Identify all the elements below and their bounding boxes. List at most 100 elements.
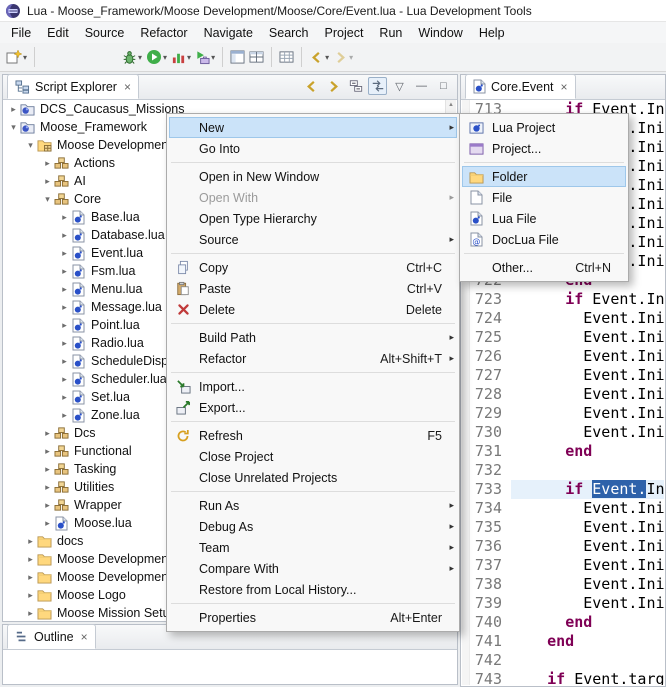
expand-arrow-icon[interactable]: ▸ [8,104,19,115]
line-number[interactable]: 727 [471,366,511,385]
menu-item-source[interactable]: Source▸ [169,229,457,250]
code-text[interactable]: Event.IniDCSGroupName = Event.IniDCSGrou… [511,575,664,594]
minimize-button[interactable]: — [412,77,431,95]
code-text[interactable]: if Event.IniDCSUnit then [511,290,664,309]
dropdown-arrow-icon[interactable]: ▾ [349,53,353,62]
code-text[interactable] [511,651,664,670]
menu-item-open-with[interactable]: Open With▸ [169,187,457,208]
tab-script-explorer[interactable]: Script Explorer × [7,74,139,99]
expand-arrow-icon[interactable]: ▸ [59,302,70,313]
expand-arrow-icon[interactable]: ▸ [59,212,70,223]
menu-help[interactable]: Help [471,23,513,43]
code-text[interactable]: end [511,632,664,651]
menu-item-file[interactable]: File [462,187,626,208]
expand-arrow-icon[interactable]: ▸ [25,554,36,565]
menu-item-delete[interactable]: DeleteDelete [169,299,457,320]
code-text[interactable]: Event.IniUnit = UNIT:FindByName( Event.I… [511,537,664,556]
expand-arrow-icon[interactable]: ▸ [42,428,53,439]
menu-item-refactor[interactable]: RefactorAlt+Shift+T▸ [169,348,457,369]
expand-arrow-icon[interactable]: ▸ [59,356,70,367]
expand-arrow-icon[interactable]: ▸ [42,446,53,457]
code-text[interactable] [511,461,664,480]
expand-arrow-icon[interactable]: ▸ [59,392,70,403]
menu-item-folder[interactable]: Folder [462,166,626,187]
expand-arrow-icon[interactable]: ▸ [59,284,70,295]
code-text[interactable]: Event.IniUnitName = Event.IniDCSUnitName [511,328,664,347]
expand-arrow-icon[interactable]: ▸ [42,158,53,169]
menu-item-close-unrelated-projects[interactable]: Close Unrelated Projects [169,467,457,488]
line-number[interactable]: 732 [471,461,511,480]
close-icon[interactable]: × [124,80,131,94]
dropdown-arrow-icon[interactable]: ▾ [211,53,215,62]
line-number[interactable]: 728 [471,385,511,404]
back-button[interactable]: ▾ [307,45,331,69]
expand-arrow-icon[interactable]: ▸ [59,338,70,349]
menu-refactor[interactable]: Refactor [132,23,195,43]
menu-item-paste[interactable]: PasteCtrl+V [169,278,457,299]
menu-item-open-type-hierarchy[interactable]: Open Type Hierarchy [169,208,457,229]
line-number[interactable]: 723 [471,290,511,309]
dropdown-arrow-icon[interactable]: ▾ [23,53,27,62]
expand-arrow-icon[interactable]: ▸ [59,248,70,259]
code-text[interactable]: Event.IniGroupName = Event.IniDCSGroupNa… [511,404,664,423]
menu-item-run-as[interactable]: Run As▸ [169,495,457,516]
tab-outline[interactable]: Outline × [7,624,96,649]
line-number[interactable]: 742 [471,651,511,670]
code-text[interactable]: end [511,613,664,632]
run-button[interactable]: ▾ [144,45,169,69]
line-number[interactable]: 740 [471,613,511,632]
expand-arrow-icon[interactable]: ▸ [42,176,53,187]
menu-item-debug-as[interactable]: Debug As▸ [169,516,457,537]
menu-source[interactable]: Source [77,23,133,43]
menu-item-compare-with[interactable]: Compare With▸ [169,558,457,579]
expand-arrow-icon[interactable]: ▸ [59,230,70,241]
view-menu-button[interactable]: ▽ [390,77,409,95]
external-tools-button[interactable]: ▾ [193,45,217,69]
code-text[interactable]: Event.IniUnitName = Event.IniDCSUnitName [511,518,664,537]
dropdown-arrow-icon[interactable]: ▾ [163,53,167,62]
link-with-editor-button[interactable] [368,77,387,95]
menu-item-import[interactable]: Import... [169,376,457,397]
line-number[interactable]: 734 [471,499,511,518]
back-button[interactable] [302,77,321,95]
menu-item-export[interactable]: Export... [169,397,457,418]
line-number[interactable]: 724 [471,309,511,328]
line-number[interactable]: 741 [471,632,511,651]
line-number[interactable]: 725 [471,328,511,347]
menu-item-restore-from-local-history[interactable]: Restore from Local History... [169,579,457,600]
expand-arrow-icon[interactable]: ▸ [25,572,36,583]
new-wizard-button[interactable]: ▾ [4,45,29,69]
close-icon[interactable]: × [81,630,88,644]
line-number[interactable]: 743 [471,670,511,685]
collapse-all-button[interactable] [346,77,365,95]
maximize-button[interactable]: □ [434,77,453,95]
menu-item-open-in-new-window[interactable]: Open in New Window [169,166,457,187]
code-text[interactable]: Event.IniUnit = UNIT:FindByName( Event.I… [511,347,664,366]
open-perspective-button[interactable] [228,45,247,69]
show-view-button[interactable] [247,45,266,69]
tab-core-event[interactable]: Core.Event × [465,74,576,99]
code-text[interactable]: if Event.target then [511,670,664,685]
line-number[interactable]: 737 [471,556,511,575]
expand-arrow-icon[interactable]: ▸ [59,320,70,331]
menu-item-team[interactable]: Team▸ [169,537,457,558]
code-text[interactable]: Event.IniDCSUnitName = Event.IniDCSUnit:… [511,309,664,328]
debug-button[interactable]: ▾ [120,45,144,69]
expand-arrow-icon[interactable]: ▸ [42,500,53,511]
menu-item-refresh[interactable]: RefreshF5 [169,425,457,446]
dropdown-arrow-icon[interactable]: ▾ [138,53,142,62]
line-number[interactable]: 735 [471,518,511,537]
menu-item-properties[interactable]: PropertiesAlt+Enter [169,607,457,628]
line-number[interactable]: 739 [471,594,511,613]
code-text[interactable]: Event.IniDCSGroup = Event.IniDCSUnit:get… [511,556,664,575]
menu-item-go-into[interactable]: Go Into [169,138,457,159]
collapse-arrow-icon[interactable]: ▾ [25,140,36,151]
expand-arrow-icon[interactable]: ▸ [59,266,70,277]
menu-run[interactable]: Run [371,23,410,43]
expand-arrow-icon[interactable]: ▸ [25,590,36,601]
line-number[interactable]: 738 [471,575,511,594]
menu-file[interactable]: File [3,23,39,43]
code-text[interactable]: Event.IniDCSGroup = Event.IniDCSUnit:get… [511,366,664,385]
expand-arrow-icon[interactable]: ▸ [25,608,36,619]
menu-item-copy[interactable]: CopyCtrl+C [169,257,457,278]
